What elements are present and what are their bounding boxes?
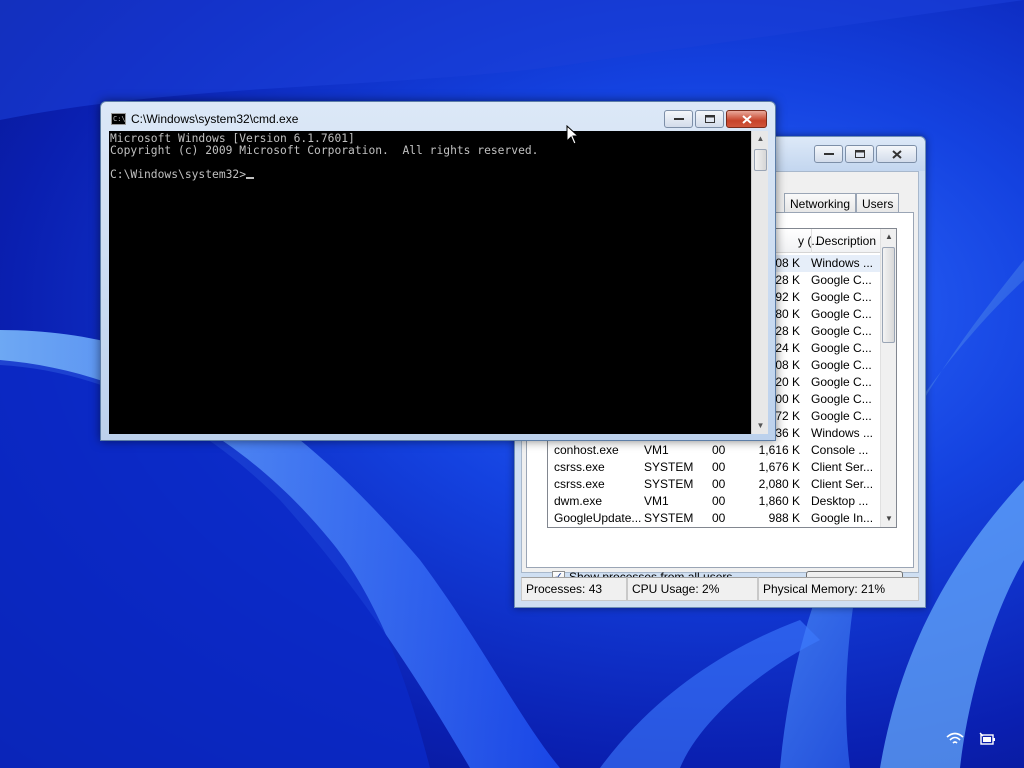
memory-cell: 28 K (775, 324, 800, 338)
maximize-button[interactable] (845, 145, 874, 163)
status-physical-memory: Physical Memory: 21% (758, 577, 919, 601)
description-cell: Client Ser... (811, 477, 874, 491)
description-cell: Google C... (811, 341, 872, 355)
text-cursor (246, 177, 255, 179)
scroll-down-arrow[interactable]: ▼ (881, 511, 896, 527)
description-cell: Google C... (811, 409, 872, 423)
description-cell: Desktop ... (811, 494, 869, 508)
description-cell: Google C... (811, 290, 872, 304)
memory-cell: 08 K (775, 256, 800, 270)
user-name-cell: SYSTEM (644, 460, 694, 474)
console-prompt: C:\Windows\system32> (110, 168, 247, 181)
description-cell: Google C... (811, 324, 872, 338)
close-icon (741, 114, 752, 124)
tab-networking[interactable]: Networking (784, 193, 857, 213)
status-processes: Processes: 43 (521, 577, 627, 601)
process-list-scrollbar[interactable]: ▲ ▼ (880, 229, 896, 527)
memory-cell: 72 K (775, 409, 800, 423)
description-cell: Google C... (811, 307, 872, 321)
battery-icon[interactable] (978, 732, 996, 746)
wifi-icon[interactable] (946, 732, 964, 746)
process-name-cell: dwm.exe (554, 494, 603, 508)
memory-cell: 988 K (768, 511, 800, 525)
column-header-description[interactable]: Description (816, 234, 876, 248)
description-cell: Google C... (811, 358, 872, 372)
memory-cell: 2,080 K (758, 477, 800, 491)
maximize-icon (854, 150, 865, 158)
process-name-cell: csrss.exe (554, 460, 605, 474)
memory-cell: 08 K (775, 358, 800, 372)
maximize-icon (704, 115, 715, 123)
scroll-down-arrow[interactable]: ▼ (752, 418, 769, 434)
user-name-cell: VM1 (644, 494, 669, 508)
minimize-button[interactable] (814, 145, 843, 163)
cmd-app-icon: C:\ (111, 113, 126, 125)
process-name-cell: conhost.exe (554, 443, 619, 457)
description-cell: Windows ... (811, 426, 874, 440)
cpu-cell: 00 (712, 494, 726, 508)
memory-cell: 1,616 K (758, 443, 800, 457)
scroll-thumb[interactable] (882, 247, 895, 343)
minimize-icon (823, 153, 834, 155)
description-cell: Client Ser... (811, 460, 874, 474)
memory-cell: 1,860 K (758, 494, 800, 508)
memory-cell: 1,676 K (758, 460, 800, 474)
close-button[interactable] (876, 145, 917, 163)
scroll-up-arrow[interactable]: ▲ (881, 229, 896, 245)
close-button[interactable] (726, 110, 767, 128)
minimize-icon (673, 118, 684, 120)
scroll-thumb[interactable] (754, 149, 767, 171)
status-bar: Processes: 43 CPU Usage: 2% Physical Mem… (521, 577, 919, 601)
memory-cell: 00 K (775, 392, 800, 406)
memory-cell: 36 K (775, 426, 800, 440)
close-icon (891, 149, 902, 159)
description-cell: Google In... (811, 511, 874, 525)
table-row[interactable]: csrss.exe SYSTEM 00 2,080 K Client Ser... (548, 476, 882, 493)
cpu-cell: 00 (712, 511, 726, 525)
table-row[interactable]: dwm.exe VM1 00 1,860 K Desktop ... (548, 493, 882, 510)
cmd-window[interactable]: C:\ C:\Windows\system32\cmd.exe Microsof… (100, 101, 776, 441)
tab-users[interactable]: Users (856, 193, 900, 213)
maximize-button[interactable] (695, 110, 724, 128)
process-name-cell: GoogleUpdate... (554, 511, 642, 525)
description-cell: Console ... (811, 443, 869, 457)
scroll-up-arrow[interactable]: ▲ (752, 131, 769, 147)
description-cell: Windows ... (811, 256, 874, 270)
description-cell: Google C... (811, 375, 872, 389)
cpu-cell: 00 (712, 477, 726, 491)
console-scrollbar[interactable]: ▲ ▼ (751, 131, 768, 434)
table-row[interactable]: GoogleUpdate... SYSTEM 00 988 K Google In... (548, 510, 882, 527)
memory-cell: 92 K (775, 290, 800, 304)
user-name-cell: VM1 (644, 443, 669, 457)
process-name-cell: csrss.exe (554, 477, 605, 491)
description-cell: Google C... (811, 392, 872, 406)
console-output[interactable]: Microsoft Windows [Version 6.1.7601] Cop… (109, 131, 751, 434)
table-row[interactable]: csrss.exe SYSTEM 00 1,676 K Client Ser... (548, 459, 882, 476)
console-line: Copyright (c) 2009 Microsoft Corporation… (110, 144, 539, 157)
memory-cell: 20 K (775, 375, 800, 389)
column-divider (811, 229, 812, 253)
cpu-cell: 00 (712, 460, 726, 474)
user-name-cell: SYSTEM (644, 511, 694, 525)
cmd-window-title: C:\Windows\system32\cmd.exe (131, 112, 299, 126)
description-cell: Google C... (811, 273, 872, 287)
memory-cell: 28 K (775, 273, 800, 287)
cpu-cell: 00 (712, 443, 726, 457)
mouse-pointer-icon (566, 125, 580, 145)
minimize-button[interactable] (664, 110, 693, 128)
table-row[interactable]: conhost.exe VM1 00 1,616 K Console ... (548, 442, 882, 459)
memory-cell: 24 K (775, 341, 800, 355)
memory-cell: 80 K (775, 307, 800, 321)
user-name-cell: SYSTEM (644, 477, 694, 491)
status-cpu-usage: CPU Usage: 2% (627, 577, 758, 601)
system-tray (946, 732, 996, 746)
